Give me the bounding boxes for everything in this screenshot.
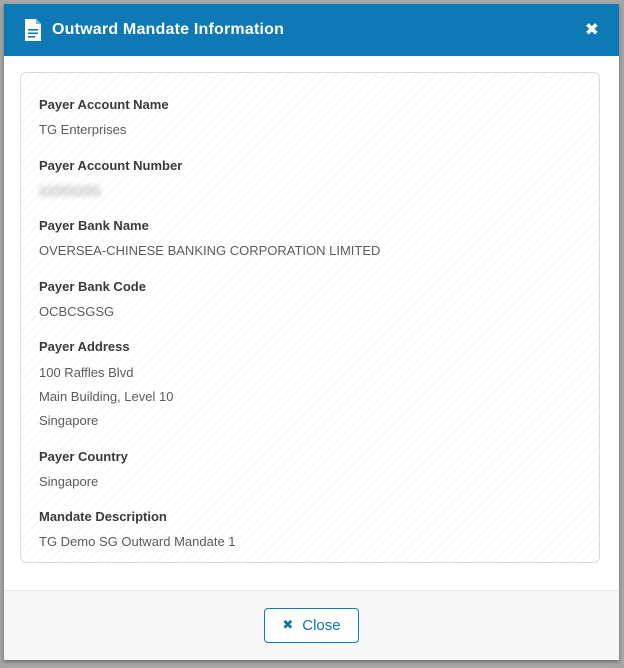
- field-value: Singapore: [39, 414, 581, 428]
- close-button[interactable]: ✖ Close: [264, 608, 358, 643]
- modal-footer: ✖ Close: [4, 590, 619, 660]
- field-group: Payer Country Singapore: [39, 450, 581, 490]
- field-value: TG Enterprises: [39, 123, 581, 137]
- field-label: Payer Account Name: [39, 98, 581, 112]
- field-label: Payer Account Number: [39, 159, 581, 173]
- field-label: Payer Bank Code: [39, 280, 581, 294]
- field-group: Payer Bank Name OVERSEA-CHINESE BANKING …: [39, 219, 581, 259]
- field-value: OVERSEA-CHINESE BANKING CORPORATION LIMI…: [39, 244, 581, 258]
- close-button-label: Close: [302, 617, 340, 634]
- field-value: Singapore: [39, 475, 581, 489]
- outward-mandate-modal: Outward Mandate Information ✖ Payer Acco…: [4, 4, 619, 660]
- document-icon: [24, 19, 42, 41]
- field-value: 100 Raffles Blvd: [39, 366, 581, 380]
- modal-body: Payer Account Name TG Enterprises Payer …: [4, 56, 619, 571]
- field-group: Payer Address 100 Raffles Blvd Main Build…: [39, 340, 581, 428]
- field-value: OCBCSGSG: [39, 305, 581, 319]
- field-label: Mandate Description: [39, 510, 581, 524]
- field-value-redacted: 11101101: [39, 184, 581, 198]
- close-button-x-icon: ✖: [282, 619, 293, 632]
- close-icon[interactable]: ✖: [583, 20, 601, 41]
- field-group: Payer Bank Code OCBCSGSG: [39, 280, 581, 320]
- field-label: Payer Address: [39, 340, 581, 354]
- field-label: Payer Bank Name: [39, 219, 581, 233]
- field-value: TG Demo SG Outward Mandate 1: [39, 535, 581, 549]
- field-label: Payer Country: [39, 450, 581, 464]
- field-group: Mandate Description TG Demo SG Outward M…: [39, 510, 581, 550]
- mandate-details-panel: Payer Account Name TG Enterprises Payer …: [20, 72, 600, 563]
- field-value: Main Building, Level 10: [39, 390, 581, 404]
- field-group: Payer Account Name TG Enterprises: [39, 98, 581, 138]
- modal-header: Outward Mandate Information ✖: [4, 4, 619, 56]
- field-group: Payer Account Number 11101101: [39, 159, 581, 199]
- modal-title: Outward Mandate Information: [52, 21, 583, 39]
